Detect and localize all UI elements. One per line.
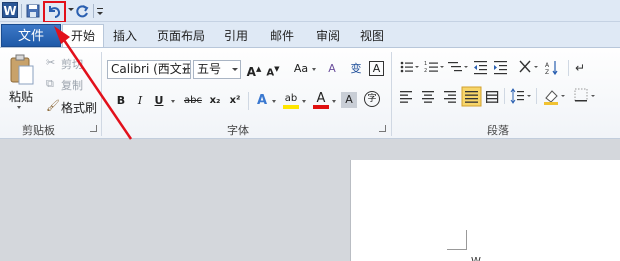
clear-format-button[interactable]: A: [323, 60, 341, 78]
paragraph-controls[interactable]: 12 AZ ↵: [398, 58, 620, 114]
decrease-indent-icon: [474, 61, 487, 75]
document-text: W: [471, 256, 481, 261]
svg-text:Z: Z: [545, 69, 549, 76]
shading-icon: [544, 90, 565, 105]
justify-icon: [461, 86, 482, 107]
underline-button[interactable]: U: [150, 92, 168, 110]
align-right-icon: [444, 91, 456, 103]
tab-insert[interactable]: 插入: [113, 27, 137, 44]
format-painter-button[interactable]: 格式刷: [61, 99, 97, 116]
document-page[interactable]: W: [350, 160, 620, 261]
highlight-label: ab: [284, 93, 298, 104]
customize-qat-icon[interactable]: [96, 3, 104, 19]
sort-icon: AZ: [545, 61, 558, 76]
font-color-label: A: [316, 91, 326, 106]
chinese-layout-icon: [519, 60, 538, 73]
highlight-dropdown-icon[interactable]: [302, 100, 306, 103]
margin-marker: [447, 230, 467, 250]
align-center-icon: [422, 91, 434, 103]
subscript-button[interactable]: x₂: [206, 92, 224, 110]
quick-access-toolbar: W: [0, 0, 620, 23]
font-launcher-icon[interactable]: [379, 125, 386, 132]
increase-indent-icon: [494, 61, 507, 75]
save-icon[interactable]: [25, 3, 41, 19]
clipboard-launcher-icon[interactable]: [90, 125, 97, 132]
group-divider: [391, 52, 392, 136]
line-spacing-icon: [510, 88, 531, 104]
phonetic-guide-button[interactable]: 变: [347, 60, 365, 78]
redo-icon[interactable]: [74, 3, 90, 19]
strikethrough-button[interactable]: abc: [182, 92, 204, 110]
text-effects-button[interactable]: A: [253, 92, 271, 110]
tab-mailings[interactable]: 邮件: [270, 27, 294, 44]
bullets-icon: [400, 61, 419, 73]
ribbon-home: 粘贴 ✂ 剪切 ⧉ 复制 🖌 格式刷 剪贴板 Calibri (西文正 五号 A…: [0, 47, 620, 139]
enclose-characters-button[interactable]: 字: [364, 91, 380, 107]
word-app-icon[interactable]: W: [2, 2, 18, 18]
highlight-button[interactable]: ab: [282, 90, 300, 109]
tab-home[interactable]: 开始: [62, 24, 104, 48]
borders-icon: [574, 88, 595, 102]
format-painter-icon[interactable]: 🖌: [46, 99, 60, 112]
clipboard-group-label: 剪贴板: [22, 124, 55, 137]
tab-page-layout[interactable]: 页面布局: [157, 27, 205, 44]
underline-dropdown-icon[interactable]: [171, 100, 175, 103]
paste-icon[interactable]: [9, 54, 35, 86]
font-color-button[interactable]: A: [312, 90, 330, 109]
font-color-dropdown-icon[interactable]: [332, 100, 336, 103]
svg-text:1: 1: [424, 61, 427, 67]
superscript-button[interactable]: x²: [226, 92, 244, 110]
numbering-icon: 12: [424, 61, 444, 74]
bold-button[interactable]: B: [112, 92, 130, 110]
paste-dropdown-icon[interactable]: [17, 106, 21, 109]
highlight-color-swatch: [283, 105, 299, 109]
undo-icon[interactable]: [46, 3, 62, 19]
multilevel-list-icon: [448, 62, 468, 72]
font-size-select[interactable]: 五号: [193, 60, 241, 79]
character-shading-button[interactable]: A: [341, 92, 357, 108]
paragraph-group-label: 段落: [487, 124, 509, 137]
svg-text:A: A: [545, 62, 550, 69]
ribbon-tabs: 文件 开始 插入 页面布局 引用 邮件 审阅 视图: [0, 22, 620, 48]
divider: [93, 4, 94, 18]
divider: [21, 4, 22, 18]
change-case-dropdown-icon[interactable]: [312, 68, 316, 71]
italic-button[interactable]: I: [131, 92, 149, 110]
document-area[interactable]: W: [0, 140, 620, 261]
align-left-icon: [400, 91, 412, 103]
tab-references[interactable]: 引用: [224, 27, 248, 44]
font-name-value: Calibri (西文正: [111, 62, 191, 76]
svg-text:2: 2: [424, 68, 427, 74]
group-divider: [101, 52, 102, 136]
tab-file[interactable]: 文件: [1, 24, 61, 47]
cut-icon[interactable]: ✂: [46, 56, 55, 69]
tab-view[interactable]: 视图: [360, 27, 384, 44]
paste-label[interactable]: 粘贴: [9, 88, 33, 105]
font-group-label: 字体: [227, 124, 249, 137]
change-case-button[interactable]: Aa: [290, 60, 312, 78]
svg-text:↵: ↵: [575, 61, 585, 75]
text-effects-dropdown-icon[interactable]: [272, 100, 276, 103]
distributed-icon: [486, 91, 499, 103]
font-color-swatch: [313, 105, 329, 109]
grow-font-button[interactable]: A▲: [245, 60, 263, 79]
copy-button[interactable]: 复制: [61, 77, 83, 93]
copy-icon[interactable]: ⧉: [46, 77, 54, 91]
show-marks-icon: ↵: [575, 61, 585, 75]
tab-review[interactable]: 审阅: [316, 27, 340, 44]
divider: [248, 92, 249, 110]
character-border-button[interactable]: A: [369, 61, 384, 76]
shrink-font-button[interactable]: A▼: [264, 60, 282, 78]
font-size-value: 五号: [197, 62, 222, 76]
cut-button[interactable]: 剪切: [61, 56, 83, 72]
font-name-select[interactable]: Calibri (西文正: [107, 60, 191, 79]
